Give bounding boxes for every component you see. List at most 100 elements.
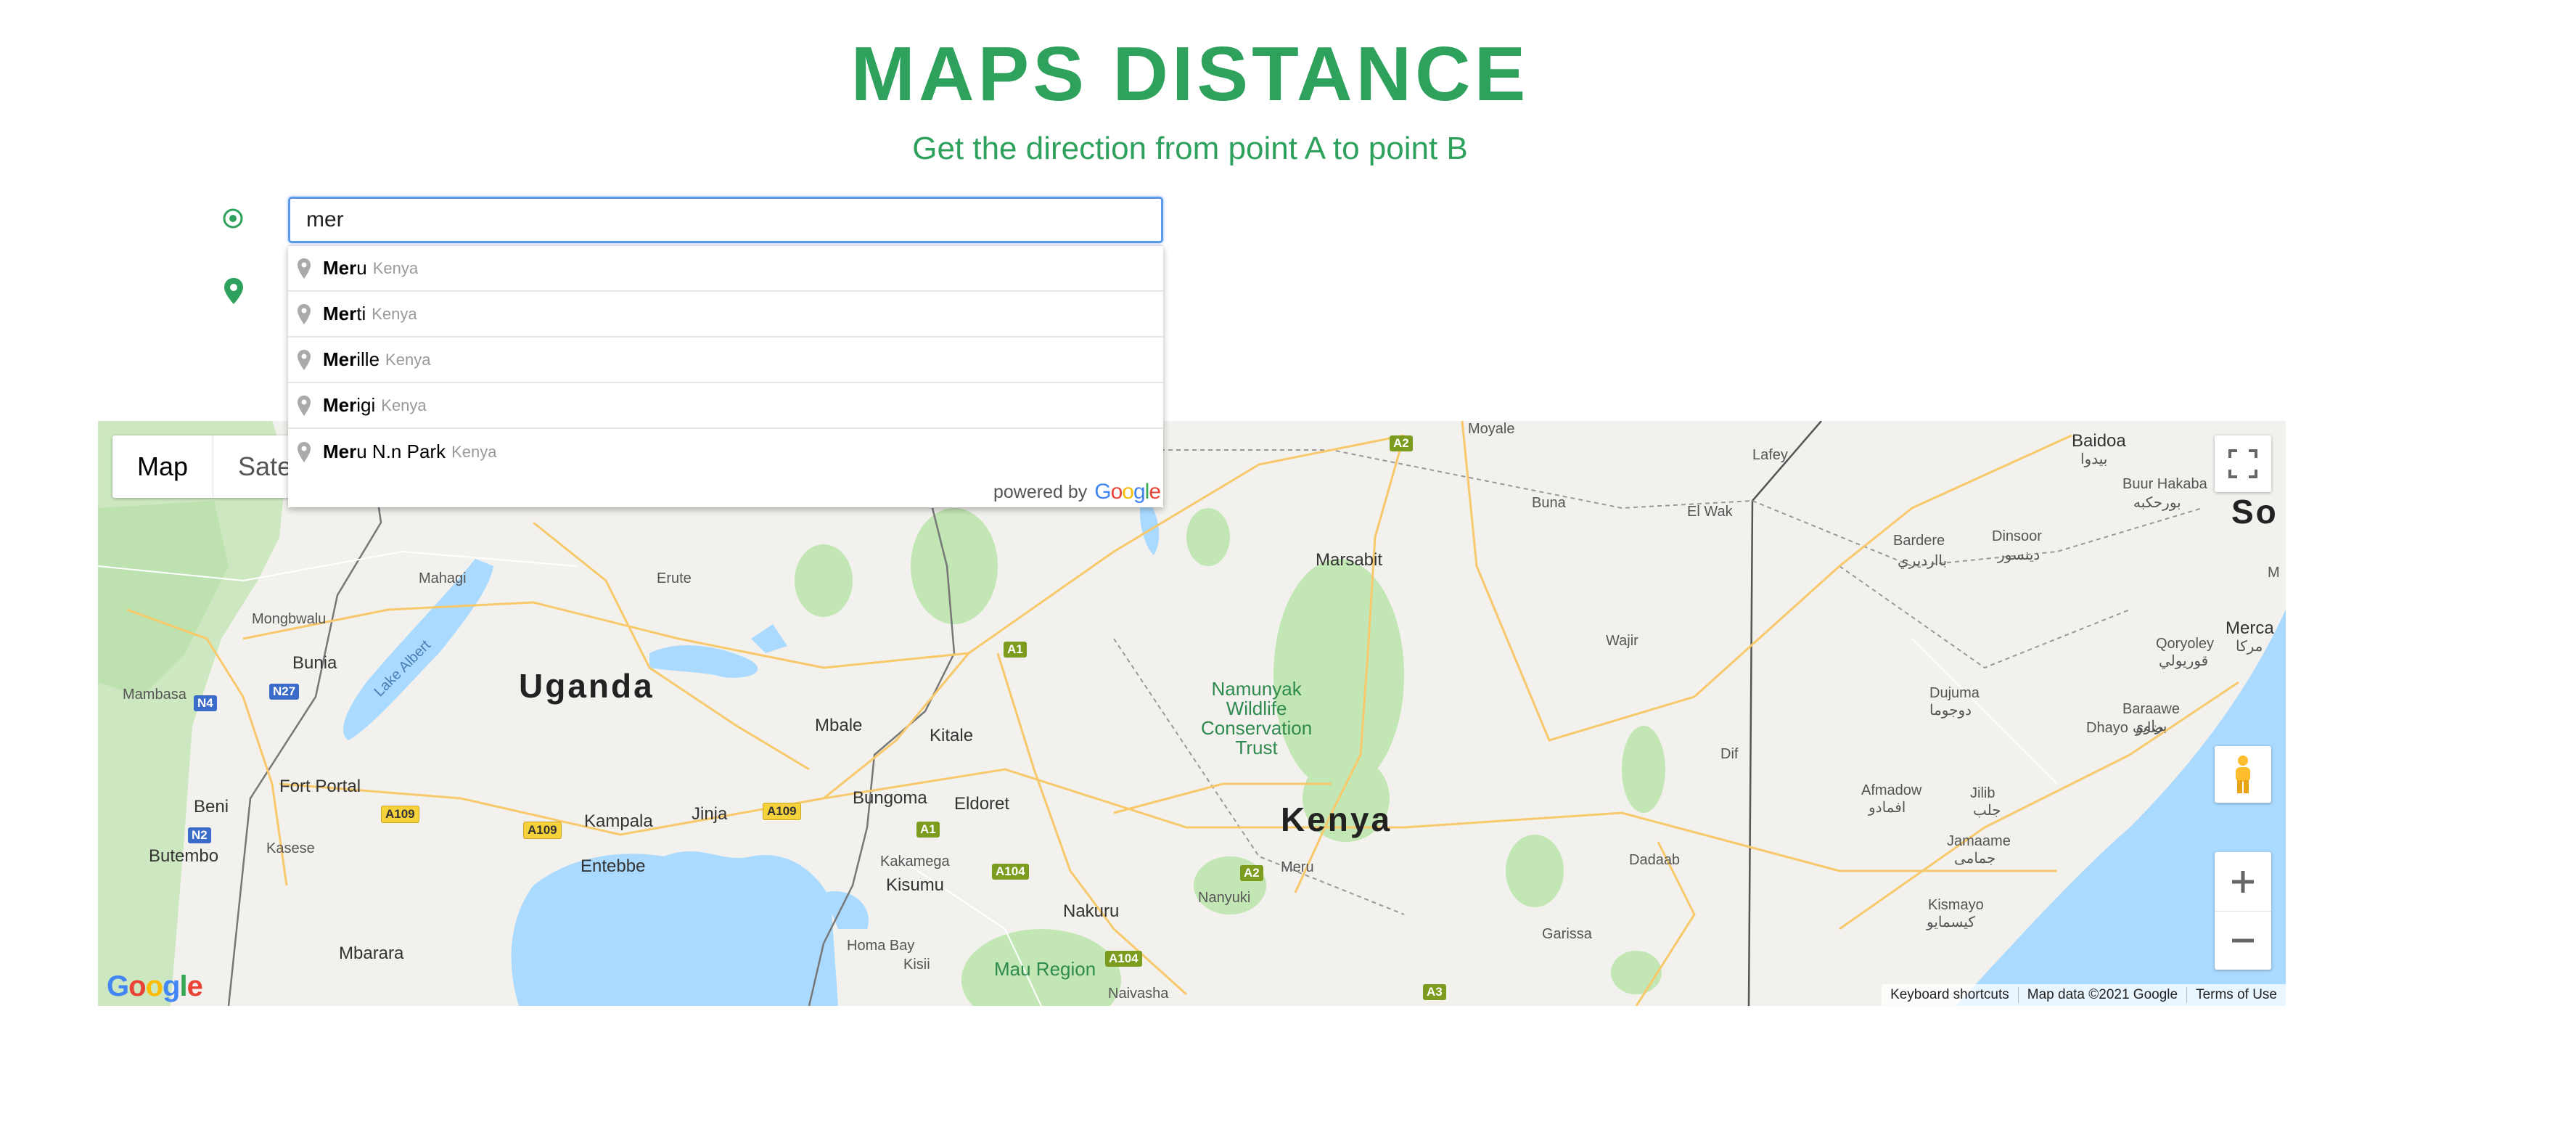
city-label: قوريولي [2159,653,2209,669]
park-label: Mau Region [994,958,1096,980]
city-label: Mbarara [339,944,404,963]
city-label: Garissa [1542,926,1592,942]
city-label: El Wak [1687,504,1733,520]
city-label: Beni [194,797,229,816]
city-label: Dinsoor [1992,528,2042,544]
city-label: Nanyuki [1198,890,1251,906]
city-label: Jamaame [1947,833,2011,849]
autocomplete-country: Kenya [372,304,417,323]
city-label: Lafey [1752,447,1788,463]
road-shield: A2 [1390,435,1413,451]
road-shield: A1 [916,822,940,838]
page-title: MAPS DISTANCE [850,31,1530,117]
country-label: So [2231,493,2278,531]
google-logo: Google [1094,480,1161,504]
city-label: M [2268,565,2280,581]
autocomplete-item[interactable]: Mer ti Kenya [288,292,1163,337]
autocomplete-item[interactable]: Mer u Kenya [288,246,1163,292]
city-label: Meru [1281,859,1314,875]
city-label: Kampala [584,811,653,831]
city-label: Nakuru [1063,901,1120,921]
city-label: Bungoma [853,788,927,808]
city-label: Bunia [292,653,337,673]
map-type-control: Map Sate [112,435,317,498]
road-shield: A104 [1105,951,1142,967]
city-label: Jilib [1970,785,1995,801]
location-pin-icon [298,258,311,279]
city-label: بيدوا [2080,451,2108,467]
city-label: Mongbwalu [252,611,327,627]
city-label: مركا [2236,639,2263,655]
city-label: Eldoret [954,794,1010,814]
road-shield: A109 [523,822,562,839]
autocomplete-rest: ti [356,303,366,324]
autocomplete-item[interactable]: Mer igi Kenya [288,383,1163,429]
zoom-control [2215,852,2271,970]
road-shield: N2 [188,827,211,843]
autocomplete-country: Kenya [385,350,431,369]
city-label: Mambasa [123,687,186,703]
city-label: بورحكبه [2133,495,2181,511]
city-label: Afmadow [1861,782,1922,798]
google-map-logo[interactable]: Google [107,970,203,1003]
street-view-pegman-button[interactable] [2215,746,2271,803]
location-pin-icon [298,395,311,416]
autocomplete-item[interactable]: Mer ille Kenya [288,337,1163,383]
autocomplete-rest: ille [356,348,380,370]
autocomplete-rest: igi [356,394,376,416]
city-label: Kisumu [886,875,945,895]
autocomplete-rest: u N.n Park [356,441,446,462]
city-label: افمادو [1869,800,1906,816]
road-shield: A109 [381,806,419,823]
location-pin-icon [298,441,311,462]
city-label: Moyale [1468,421,1515,437]
autocomplete-item[interactable]: Mer u N.n Park Kenya [288,429,1163,475]
location-pin-icon [298,349,311,370]
road-shield: N4 [194,695,217,711]
road-shield: A1 [1004,642,1027,658]
fullscreen-button[interactable] [2215,435,2271,492]
road-shield: A109 [763,803,801,820]
city-label: جمامى [1954,851,1996,867]
terms-of-use-link[interactable]: Terms of Use [2186,987,2286,1003]
city-label: Entebbe [581,856,646,876]
minus-icon [2232,938,2254,942]
city-label: Wajir [1606,633,1638,649]
city-label: Kisii [903,957,930,973]
city-label: Qoryoley [2156,636,2215,652]
plus-icon [2232,870,2254,893]
zoom-in-button[interactable] [2215,853,2271,912]
page-subtitle: Get the direction from point A to point … [912,131,1468,166]
map-view-button[interactable]: Map [112,435,213,498]
zoom-out-button[interactable] [2215,912,2271,970]
city-label: Buna [1532,495,1566,511]
road-shield: N27 [269,684,300,700]
autocomplete-match: Mer [323,441,357,462]
autocomplete-country: Kenya [451,442,497,461]
city-label: Kakamega [880,854,950,869]
powered-by-google: powered by Google [993,480,1161,504]
keyboard-shortcuts-link[interactable]: Keyboard shortcuts [1882,987,2018,1003]
city-label: Fort Portal [279,777,361,796]
city-label: Dadaab [1629,852,1681,868]
road-shield: A104 [992,864,1029,880]
city-label: Erute [657,570,692,586]
city-label: Kasese [266,840,315,856]
map-canvas[interactable]: Map Sate Uganda Kenya So Namunyak Wildli… [98,421,2286,1006]
origin-input[interactable] [288,197,1163,243]
city-label: Merca [2226,618,2274,638]
autocomplete-rest: u [356,257,367,279]
city-label: Marsabit [1316,550,1383,570]
powered-by-text: powered by [993,481,1088,502]
pegman-icon [2236,756,2250,793]
city-label: Mbale [815,716,863,735]
city-label: Kitale [930,726,974,745]
city-label: Dhayo [2086,720,2128,736]
city-label: Buur Hakaba [2122,476,2207,492]
autocomplete-match: Mer [323,257,357,279]
city-label: Baraawe [2122,701,2180,717]
country-label: Kenya [1281,801,1392,838]
fullscreen-icon [2228,449,2257,478]
autocomplete-match: Mer [323,303,357,324]
city-label: Butembo [149,846,219,866]
